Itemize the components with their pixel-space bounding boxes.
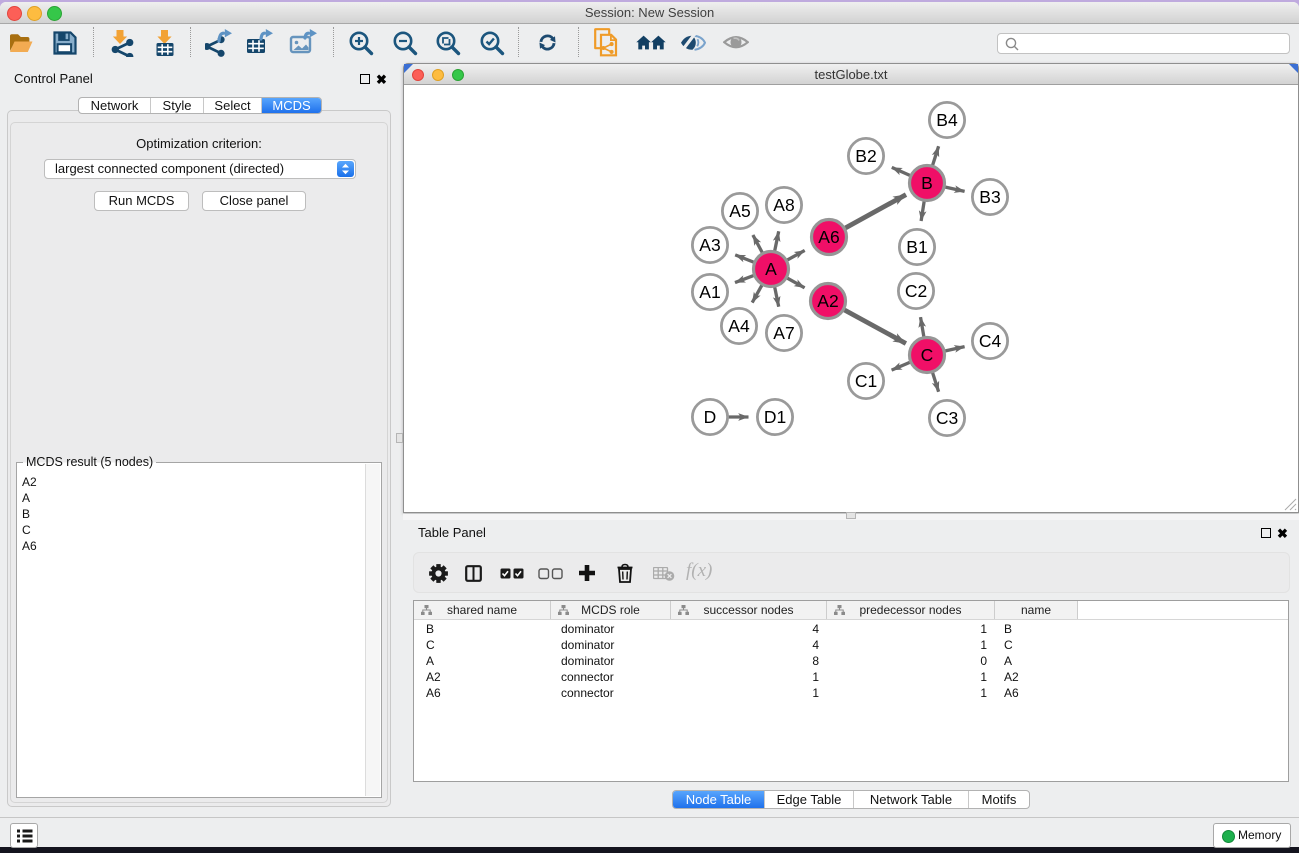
svg-text:A8: A8	[773, 195, 794, 215]
svg-text:C3: C3	[936, 408, 958, 428]
svg-text:B4: B4	[936, 110, 958, 130]
svg-text:A2: A2	[817, 291, 838, 311]
svg-text:B: B	[921, 173, 933, 193]
svg-text:B1: B1	[906, 237, 927, 257]
svg-text:A: A	[765, 259, 777, 279]
svg-text:A4: A4	[728, 316, 750, 336]
svg-text:C: C	[921, 345, 934, 365]
svg-text:B3: B3	[979, 187, 1000, 207]
svg-text:A3: A3	[699, 235, 720, 255]
svg-text:A1: A1	[699, 282, 720, 302]
svg-text:C4: C4	[979, 331, 1002, 351]
svg-text:C1: C1	[855, 371, 877, 391]
svg-text:D1: D1	[764, 407, 786, 427]
svg-text:A6: A6	[818, 227, 839, 247]
svg-text:C2: C2	[905, 281, 927, 301]
svg-text:B2: B2	[855, 146, 876, 166]
svg-text:A7: A7	[773, 323, 794, 343]
svg-text:D: D	[704, 407, 717, 427]
svg-text:A5: A5	[729, 201, 750, 221]
